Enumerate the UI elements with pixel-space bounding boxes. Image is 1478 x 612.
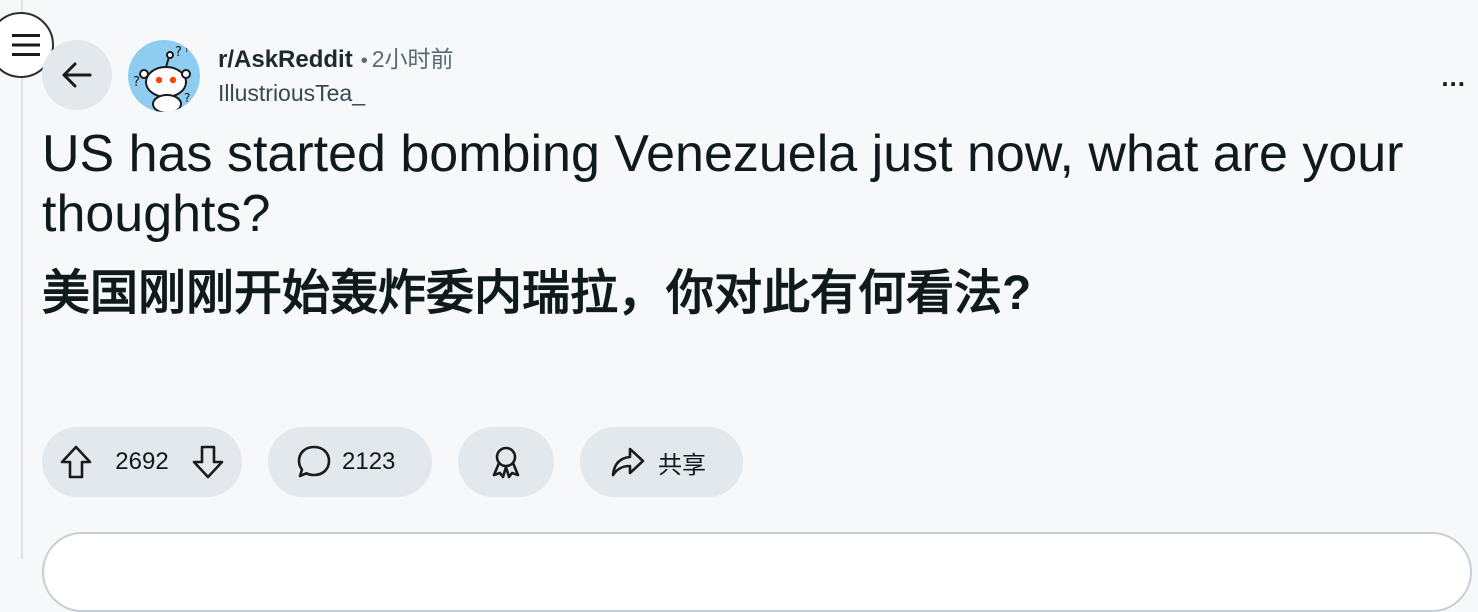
- downvote-button[interactable]: [192, 445, 224, 479]
- add-comment-box[interactable]: [42, 532, 1472, 612]
- comment-icon-wrap: [296, 444, 332, 480]
- post-meta: r/AskReddit • 2小时前 IllustriousTea_: [218, 44, 454, 108]
- svg-text:?: ?: [175, 45, 182, 60]
- subreddit-avatar[interactable]: ? ? ? ?: [128, 40, 200, 112]
- share-icon-wrap: [610, 446, 646, 478]
- vote-count: 2692: [115, 448, 169, 475]
- share-arrow-icon: [611, 447, 645, 477]
- post-body: 美国刚刚开始轰炸委内瑞拉，你对此有何看法?: [42, 267, 1032, 320]
- more-options-button[interactable]: ...: [1441, 62, 1466, 93]
- meta-separator: •: [360, 50, 368, 72]
- post-meta-line: r/AskReddit • 2小时前: [218, 44, 454, 76]
- downvote-arrow-icon: [192, 445, 224, 479]
- back-button[interactable]: [42, 40, 112, 110]
- post-title: US has started bombing Venezuela just no…: [42, 125, 1404, 243]
- svg-text:?: ?: [184, 91, 190, 105]
- back-arrow-icon: [62, 62, 92, 88]
- svg-text:?: ?: [184, 42, 190, 55]
- share-label: 共享: [658, 451, 706, 479]
- comments-button[interactable]: 2123: [268, 427, 432, 497]
- svg-text:?: ?: [133, 75, 140, 90]
- upvote-arrow-icon: [60, 445, 92, 479]
- vote-bar: 2692: [42, 427, 242, 497]
- award-button[interactable]: [458, 427, 554, 497]
- comment-count: 2123: [342, 448, 396, 475]
- subreddit-link[interactable]: r/AskReddit: [218, 46, 353, 73]
- post-timestamp: 2小时前: [371, 46, 454, 72]
- award-ribbon-icon: [492, 446, 520, 479]
- snoo-thinking-icon: ? ? ? ?: [133, 42, 191, 112]
- upvote-button[interactable]: [60, 445, 92, 479]
- share-button[interactable]: 共享: [580, 427, 743, 497]
- left-divider: [21, 0, 23, 559]
- author-link[interactable]: IllustriousTea_: [218, 78, 454, 108]
- comment-bubble-icon: [297, 445, 331, 478]
- hamburger-menu-icon: [12, 34, 40, 56]
